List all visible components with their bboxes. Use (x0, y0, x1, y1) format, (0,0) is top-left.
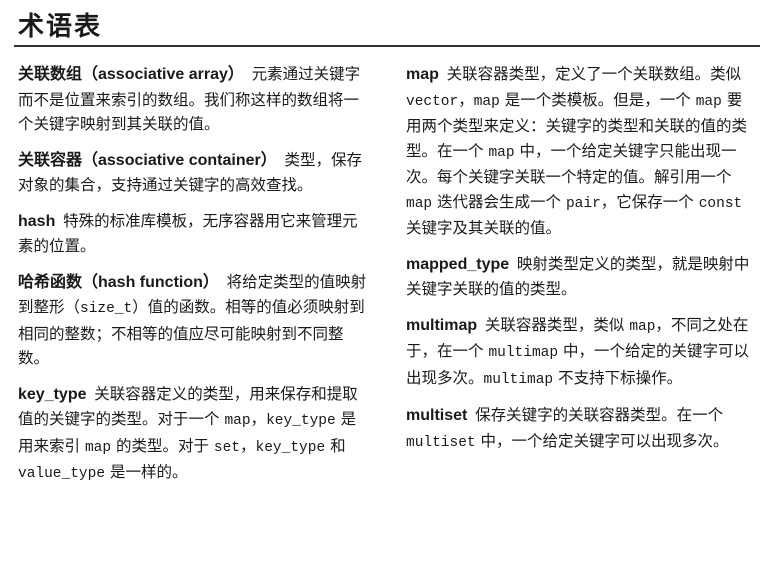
code-term: pair (565, 195, 601, 212)
code-term: map (488, 144, 515, 161)
code-term: map (224, 413, 251, 429)
code-term: map (406, 195, 433, 212)
glossary-term: 关联数组（associative array） (18, 66, 244, 83)
glossary-term: 关联容器（associative container） (18, 151, 277, 169)
definition-text: 是一个类模板。但是，一个 (499, 90, 696, 109)
glossary-entry: 哈希函数（hash function） 将给定类型的值映射到整形（size_t）… (18, 270, 368, 371)
definition-text: ， (458, 90, 474, 109)
definition-text: 关联容器类型，类似 (484, 315, 630, 334)
code-term: multimap (483, 371, 554, 388)
definition-text: 中，一个给定关键字可以出现多次。 (475, 431, 729, 450)
glossary-entry: mapped_type 映射类型定义的类型，就是映射中关键字关联的值的类型。 (406, 252, 756, 302)
definition-text: 不支持下标操作。 (553, 368, 683, 387)
code-term: multiset (406, 434, 476, 451)
code-term: vector (406, 93, 459, 110)
definition-text: 是一样的。 (105, 463, 188, 481)
glossary-entry: 关联容器（associative container） 类型，保存对象的集合，支… (18, 148, 368, 198)
code-term: key_type (255, 439, 326, 456)
code-term: map (695, 93, 722, 110)
glossary-term: mapped_type (406, 255, 510, 273)
code-term: const (698, 195, 743, 212)
page-title: 术语表 (18, 12, 103, 42)
glossary-entry: map 关联容器类型，定义了一个关联数组。类似 vector，map 是一个类模… (406, 62, 756, 241)
glossary-entry: multiset 保存关键字的关联容器类型。在一个 multiset 中，一个给… (406, 403, 756, 455)
definition-text: 和 (325, 436, 346, 455)
definition-text: 关键字及其关联的值。 (406, 219, 562, 237)
glossary-term: multimap (406, 316, 478, 334)
glossary-term: 哈希函数（hash function） (18, 273, 219, 291)
glossary-entry: hash 特殊的标准库模板，无序容器用它来管理元素的位置。 (18, 209, 368, 259)
definition-text: 迭代器会生成一个 (432, 192, 566, 211)
glossary-entry: multimap 关联容器类型，类似 map，不同之处在于，在一个 multim… (406, 313, 756, 393)
definition-text: ， (240, 436, 256, 455)
glossary-entry: 关联数组（associative array） 元素通过关键字而不是位置来索引的… (18, 62, 368, 137)
glossary-term: key_type (18, 385, 87, 403)
glossary-term: multiset (406, 407, 468, 424)
glossary-left-column: 关联数组（associative array） 元素通过关键字而不是位置来索引的… (18, 62, 368, 498)
definition-text: 保存关键字的关联容器类型。在一个 (475, 406, 724, 424)
code-term: size_t (80, 301, 133, 317)
glossary-term: hash (18, 212, 56, 230)
glossary-right-column: map 关联容器类型，定义了一个关联数组。类似 vector，map 是一个类模… (406, 62, 756, 466)
definition-text: 特殊的标准库模板，无序容器用它来管理元素的位置。 (18, 211, 358, 256)
code-term: map (473, 93, 500, 110)
definition-text: 的类型。对于 (111, 436, 214, 455)
glossary-term: map (406, 66, 439, 83)
code-term: map (84, 439, 112, 456)
code-term: multimap (488, 345, 559, 361)
code-term: set (213, 439, 241, 456)
code-term: value_type (18, 466, 106, 482)
code-term: key_type (266, 413, 336, 429)
definition-text: 关联容器类型，定义了一个关联数组。类似 (446, 65, 742, 83)
title-divider (14, 45, 760, 47)
definition-text: ，它保存一个 (600, 192, 699, 211)
code-term: map (629, 318, 656, 335)
glossary-entry: key_type 关联容器定义的类型，用来保存和提取值的关键字的类型。对于一个 … (18, 382, 368, 487)
definition-text: ， (250, 410, 267, 428)
